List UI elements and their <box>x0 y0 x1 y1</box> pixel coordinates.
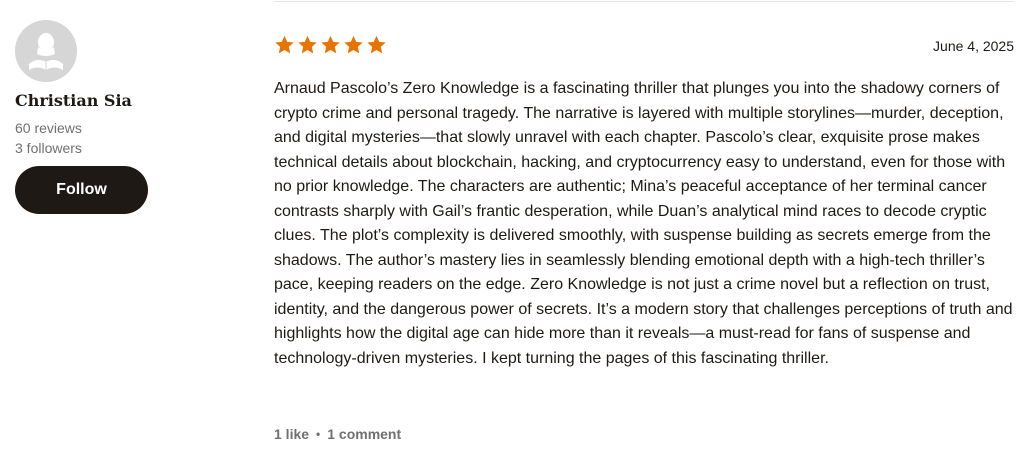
separator-dot: • <box>316 427 321 441</box>
top-divider <box>274 1 1014 2</box>
likes-link[interactable]: 1 like <box>274 426 309 442</box>
review-text: Arnaud Pascolo’s Zero Knowledge is a fas… <box>274 80 1013 367</box>
star-icon <box>298 35 317 54</box>
review-footer: 1 like • 1 comment <box>274 426 401 442</box>
reviewer-review-count: 60 reviews <box>15 120 82 136</box>
reviewer-name[interactable]: Christian Sia <box>15 91 215 111</box>
review-date[interactable]: June 4, 2025 <box>933 38 1014 54</box>
star-icon <box>344 35 363 54</box>
star-icon <box>275 35 294 54</box>
follow-button[interactable]: Follow <box>15 166 148 214</box>
avatar[interactable] <box>15 20 77 82</box>
reviewer-follower-count: 3 followers <box>15 140 82 156</box>
star-icon <box>321 35 340 54</box>
reader-avatar-icon <box>15 20 77 82</box>
star-icon <box>367 35 386 54</box>
reviewer-panel: Christian Sia 60 reviews 3 followers Fol… <box>15 20 215 214</box>
star-rating <box>274 34 387 56</box>
comments-link[interactable]: 1 comment <box>327 426 401 442</box>
